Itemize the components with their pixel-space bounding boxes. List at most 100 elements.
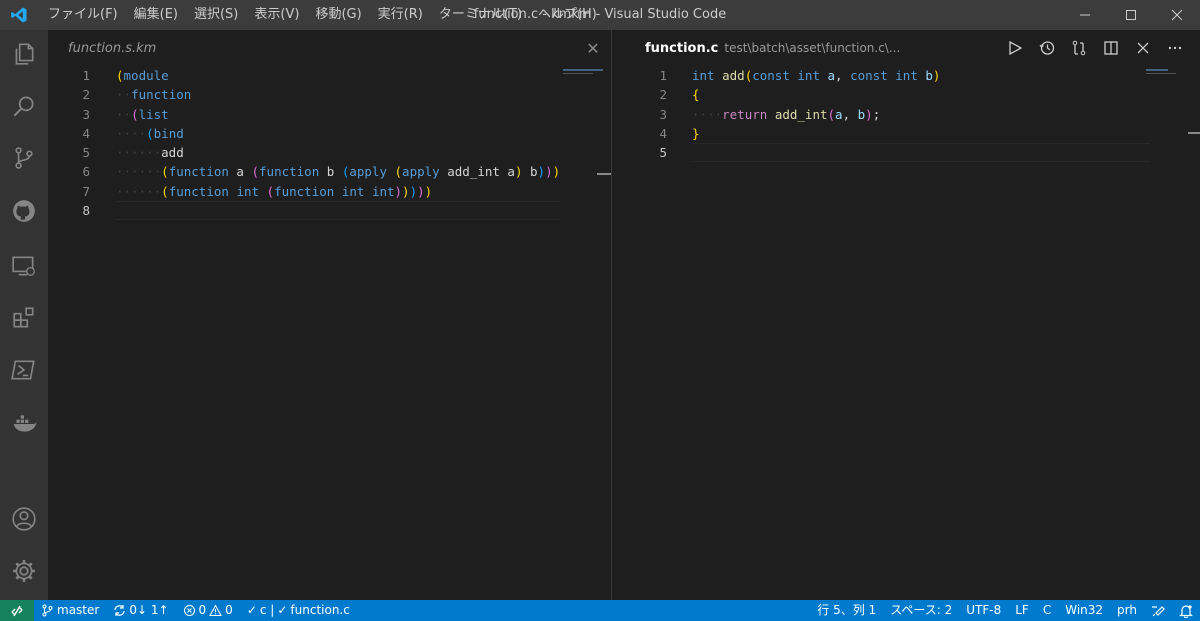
docker-icon[interactable] [0, 400, 48, 448]
code-token: ( [146, 125, 154, 141]
line-number: 2 [82, 87, 90, 103]
user[interactable]: prh [1110, 600, 1144, 621]
problems-indicator[interactable]: 0 0 [176, 600, 240, 621]
code-token: ) [932, 68, 941, 83]
split-editor-button[interactable] [1100, 37, 1122, 59]
code-line[interactable]: 7 ······(function int (function int int))… [48, 182, 611, 201]
line-number: 5 [659, 145, 667, 161]
code-line[interactable]: 4} [625, 124, 1200, 143]
github-icon[interactable] [0, 187, 48, 235]
split-editor-icon [1104, 41, 1118, 55]
code-line[interactable]: 4 ····(bind [48, 124, 611, 143]
menu-item[interactable]: 編集(E) [126, 0, 186, 30]
close-tab-button[interactable]: ✕ [583, 38, 603, 58]
indentation[interactable]: スペース: 2 [883, 600, 959, 621]
platform[interactable]: Win32 [1058, 600, 1110, 621]
feedback-button[interactable] [1144, 604, 1172, 618]
code-line[interactable]: 3 ··(list [48, 105, 611, 124]
line-text: ······add [116, 143, 184, 162]
code-line[interactable]: 5 [625, 143, 1200, 163]
line-number: 5 [82, 145, 90, 161]
code-token: int [236, 183, 260, 199]
editor-sash[interactable] [611, 30, 626, 600]
code-token: int [692, 68, 715, 83]
open-changes-button[interactable] [1068, 37, 1090, 59]
code-token: ) [865, 106, 873, 122]
line-number: 3 [82, 106, 90, 122]
minimize-button[interactable] [1062, 0, 1108, 30]
timeline-button[interactable] [1036, 37, 1058, 59]
warning-count: 0 [225, 603, 233, 617]
scrollbar-marker[interactable] [1188, 132, 1200, 134]
language-mode[interactable]: C [1036, 600, 1058, 621]
code-line[interactable]: 6 ······(function a (function b (apply (a… [48, 162, 611, 181]
tab-function-c[interactable]: function.c [645, 41, 718, 56]
menu-item[interactable]: 表示(V) [246, 0, 307, 30]
code-line[interactable]: 2 ··function [48, 85, 611, 104]
more-actions-button[interactable] [1164, 37, 1186, 59]
code-token: ( [394, 164, 403, 180]
code-token: ( [266, 183, 275, 199]
code-line[interactable]: 2{ [625, 85, 1200, 104]
extensions-icon[interactable] [0, 294, 48, 342]
code-line[interactable]: 1 (module [48, 66, 611, 85]
check-icon: ✓ [277, 603, 288, 617]
sync-indicator[interactable]: 0↓ 1↑ [106, 600, 175, 621]
current-line-highlight [116, 201, 561, 221]
notifications-button[interactable] [1172, 604, 1200, 618]
source-control-icon[interactable] [0, 134, 48, 182]
menu-item[interactable]: ヘルプ(H) [530, 0, 605, 30]
code-token: , [842, 106, 858, 122]
checks-indicator[interactable]: ✓ c | ✓ function.c [240, 600, 357, 621]
powershell-icon[interactable] [0, 346, 48, 394]
close-icon [1171, 9, 1183, 21]
remote-indicator[interactable] [0, 600, 34, 621]
menu-item[interactable]: 移動(G) [307, 0, 369, 30]
code-line[interactable]: 5 ······add [48, 143, 611, 162]
code-line[interactable]: 1 int add(const int a, const int b) [625, 66, 1200, 85]
sync-icon [114, 605, 125, 616]
end-of-line[interactable]: LF [1008, 600, 1036, 621]
menu-item[interactable]: ファイル(F) [40, 0, 126, 30]
encoding[interactable]: UTF-8 [959, 600, 1008, 621]
bell-icon [1179, 604, 1193, 618]
account-icon[interactable] [0, 495, 48, 543]
menu-item[interactable]: 実行(R) [370, 0, 431, 30]
code-token: add_int [774, 106, 828, 122]
explorer-icon[interactable] [0, 30, 48, 78]
line-number: 3 [659, 106, 667, 122]
run-button[interactable] [1004, 37, 1026, 59]
menu-item[interactable]: ターミナル(T) [431, 0, 530, 30]
line-text: ····(bind [116, 124, 184, 143]
code-token: } [692, 125, 700, 141]
branch-indicator[interactable]: master [34, 600, 106, 621]
search-icon[interactable] [0, 82, 48, 130]
tab-function-s-km[interactable]: function.s.km [68, 41, 156, 56]
code-token: ) [545, 164, 553, 180]
minimap-indicator[interactable] [1146, 66, 1186, 76]
scrollbar-marker[interactable] [597, 173, 611, 175]
right-code-area[interactable]: 1 int add(const int a, const int b) 2{ 3 ···… [625, 66, 1200, 163]
code-token: a [827, 68, 836, 83]
menu-item[interactable]: 選択(S) [186, 0, 246, 30]
left-code-area[interactable]: 1 (module 2 ·· function 3 ··(list 4 ····(bind 5 ··… [48, 66, 611, 221]
remote-explorer-icon[interactable] [0, 242, 48, 290]
code-token: function [168, 164, 229, 180]
code-token: function [168, 183, 229, 199]
code-token: int [797, 68, 820, 83]
git-branch-icon [42, 604, 53, 617]
maximize-button[interactable] [1108, 0, 1154, 30]
close-tab-button[interactable] [1132, 37, 1154, 59]
close-window-button[interactable] [1154, 0, 1200, 30]
code-line[interactable]: 3 ····return add_int(a, b); [625, 105, 1200, 124]
error-count: 0 [198, 603, 207, 617]
code-token: b [925, 68, 933, 83]
line-text: ····return add_int(a, b); [692, 105, 880, 124]
code-line[interactable]: 8 [48, 201, 611, 221]
minimap-indicator[interactable] [563, 66, 607, 76]
indent-guide: ·· [116, 87, 132, 103]
cursor-position[interactable]: 行 5、列 1 [810, 600, 883, 621]
settings-gear-icon[interactable] [0, 547, 48, 595]
code-token: ( [827, 106, 836, 122]
